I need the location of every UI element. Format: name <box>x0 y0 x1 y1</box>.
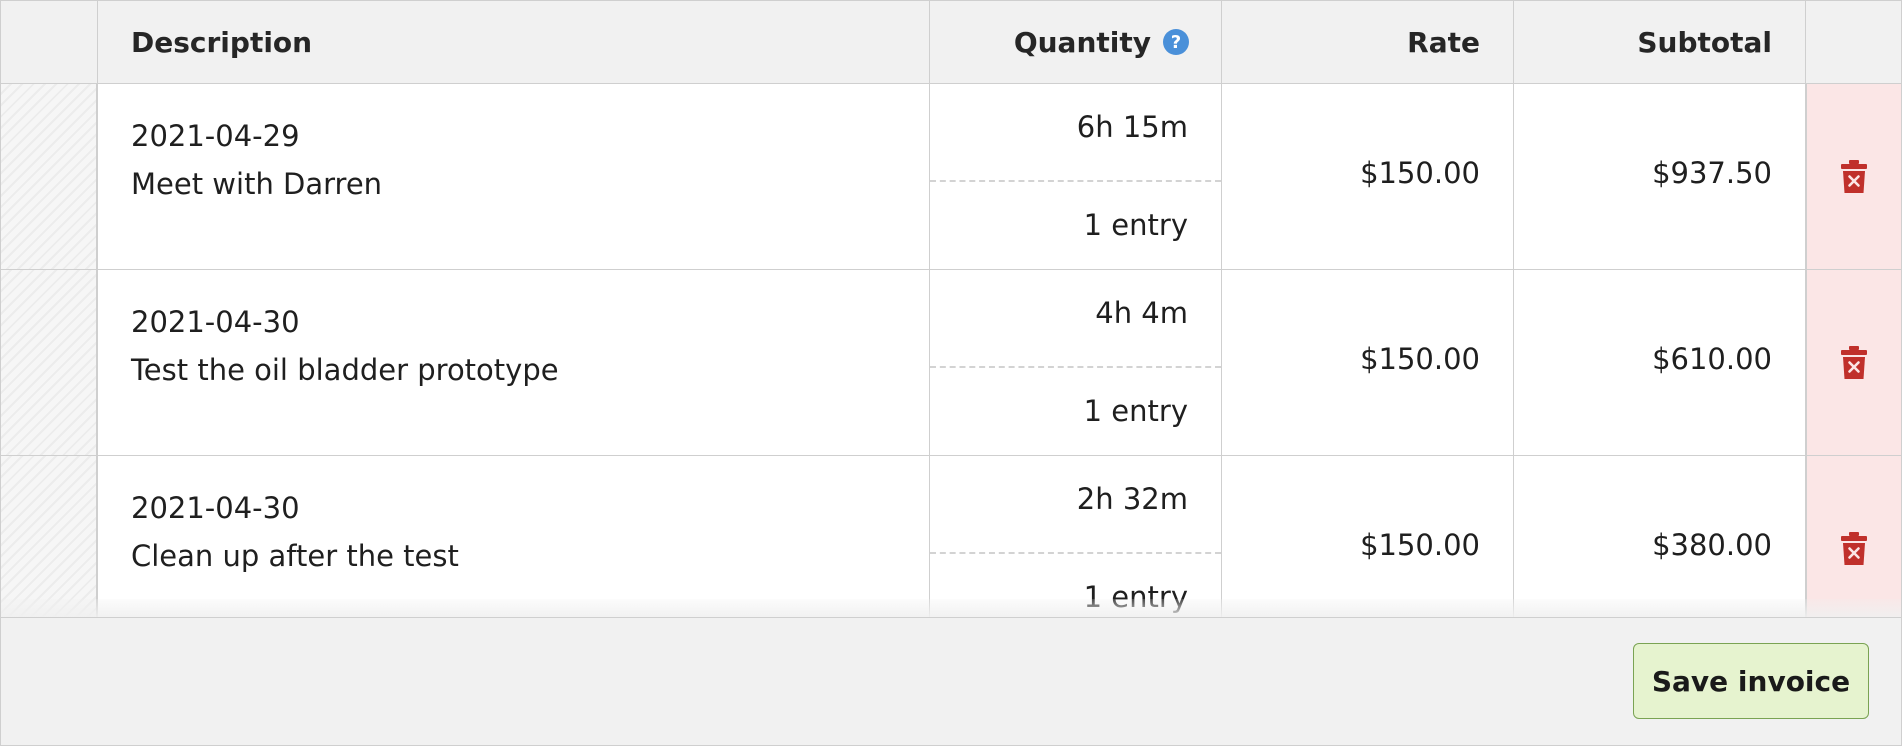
table-row: 2021-04-29 Meet with Darren 6h 15m 1 ent… <box>1 84 1901 270</box>
quantity-value: 6h 15m <box>1076 110 1188 144</box>
quantity-divider <box>930 552 1221 554</box>
save-invoice-button[interactable]: Save invoice <box>1633 643 1869 719</box>
invoice-editor: Description Quantity ? Rate Subtotal 202… <box>0 0 1902 746</box>
header-quantity: Quantity ? <box>930 1 1221 83</box>
column-divider <box>97 1 98 617</box>
quantity-divider <box>930 180 1221 182</box>
subtotal-value: $380.00 <box>1652 528 1772 562</box>
entries-count[interactable]: 1 entry <box>930 208 1188 242</box>
trash-icon <box>1841 345 1867 379</box>
delete-row-button[interactable] <box>1806 456 1901 617</box>
quantity-value: 4h 4m <box>1095 296 1188 330</box>
header-description: Description <box>131 25 313 59</box>
drag-handle[interactable] <box>1 456 97 617</box>
table-header: Description Quantity ? Rate Subtotal <box>1 1 1901 84</box>
line-item-date: 2021-04-30 <box>131 305 300 339</box>
drag-handle[interactable] <box>1 84 97 269</box>
line-item-date: 2021-04-30 <box>131 491 300 525</box>
line-item-date: 2021-04-29 <box>131 119 300 153</box>
entries-count[interactable]: 1 entry <box>930 580 1188 614</box>
line-item-text: Clean up after the test <box>131 539 459 573</box>
line-item-description[interactable]: 2021-04-30 Test the oil bladder prototyp… <box>131 298 559 394</box>
subtotal-value: $610.00 <box>1652 342 1772 376</box>
table-row: 2021-04-30 Clean up after the test 2h 32… <box>1 456 1901 617</box>
line-item-description[interactable]: 2021-04-30 Clean up after the test <box>131 484 459 580</box>
line-item-text: Test the oil bladder prototype <box>131 353 559 387</box>
table-row: 2021-04-30 Test the oil bladder prototyp… <box>1 270 1901 456</box>
trash-icon <box>1841 531 1867 565</box>
header-quantity-label: Quantity <box>1013 25 1151 59</box>
header-subtotal: Subtotal <box>1637 25 1772 59</box>
footer-bar: Save invoice <box>1 617 1901 745</box>
line-item-text: Meet with Darren <box>131 167 383 201</box>
help-icon[interactable]: ? <box>1163 29 1189 55</box>
trash-icon <box>1841 159 1867 193</box>
line-item-description[interactable]: 2021-04-29 Meet with Darren <box>131 112 382 208</box>
drag-handle[interactable] <box>1 270 97 455</box>
line-items-table: Description Quantity ? Rate Subtotal 202… <box>1 1 1901 617</box>
column-divider <box>1221 1 1222 617</box>
rate-value[interactable]: $150.00 <box>1222 342 1480 376</box>
rate-value[interactable]: $150.00 <box>1222 156 1480 190</box>
delete-row-button[interactable] <box>1806 84 1901 269</box>
subtotal-value: $937.50 <box>1652 156 1772 190</box>
entries-count[interactable]: 1 entry <box>930 394 1188 428</box>
quantity-divider <box>930 366 1221 368</box>
quantity-value: 2h 32m <box>1076 482 1188 516</box>
rate-value[interactable]: $150.00 <box>1222 528 1480 562</box>
column-divider <box>1805 1 1806 617</box>
column-divider <box>929 1 930 617</box>
delete-row-button[interactable] <box>1806 270 1901 455</box>
header-rate: Rate <box>1407 25 1480 59</box>
column-divider <box>1513 1 1514 617</box>
